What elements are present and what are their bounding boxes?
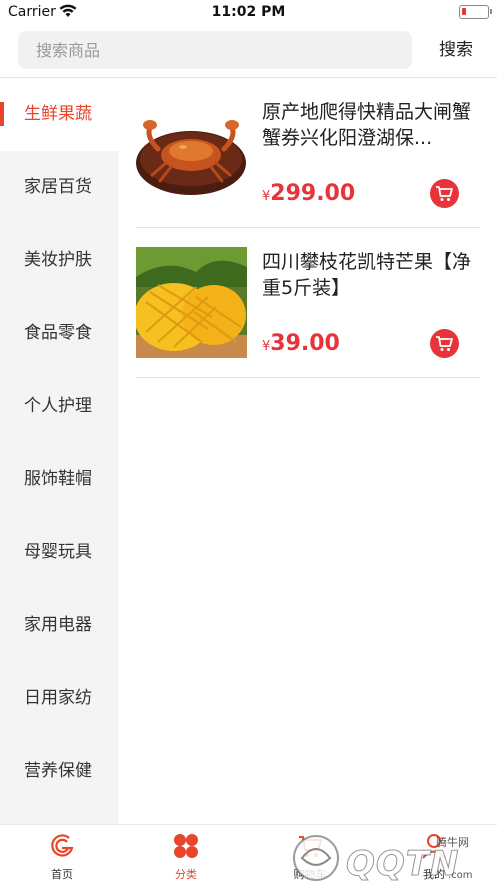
clock-time: 11:02 PM	[211, 4, 286, 20]
tab-label: 购物车	[293, 868, 327, 881]
sidebar-item-beauty[interactable]: 美妆护肤	[0, 224, 119, 297]
category-grid-icon	[174, 834, 198, 858]
sidebar-item-label: 母婴玩具	[24, 542, 92, 562]
sidebar-item-home-goods[interactable]: 家居百货	[0, 151, 119, 224]
tab-label: 分类	[175, 868, 197, 881]
product-price: ¥299.00	[262, 181, 355, 206]
tab-home[interactable]: 首页	[0, 825, 124, 883]
price-value: 299.00	[270, 181, 356, 206]
status-bar: Carrier 11:02 PM	[0, 0, 497, 26]
sidebar-item-label: 家用电器	[24, 615, 92, 635]
sidebar-item-personal-care[interactable]: 个人护理	[0, 370, 119, 443]
sidebar-item-label: 服饰鞋帽	[24, 469, 92, 489]
sidebar-item-label: 个人护理	[24, 396, 92, 416]
sidebar-item-label: 美妆护肤	[24, 250, 92, 270]
search-box[interactable]	[18, 31, 412, 69]
sidebar-item-appliances[interactable]: 家用电器	[0, 589, 119, 662]
home-logo-icon	[51, 834, 74, 857]
category-sidebar: 生鲜果蔬 家居百货 美妆护肤 食品零食 个人护理 服饰鞋帽 母婴玩具 家用电器 …	[0, 78, 119, 824]
search-input[interactable]	[18, 31, 412, 69]
search-button[interactable]: 搜索	[424, 31, 488, 69]
tab-category[interactable]: 分类	[124, 825, 248, 883]
cart-icon	[299, 836, 322, 857]
sidebar-item-label: 营养保健	[24, 761, 92, 781]
product-card[interactable]: 原产地爬得快精品大闸蟹蟹券兴化阳澄湖保... ¥299.00	[136, 78, 480, 228]
sidebar-item-textiles[interactable]: 日用家纺	[0, 662, 119, 735]
tab-profile[interactable]: 我的	[372, 825, 496, 883]
sidebar-item-health[interactable]: 营养保健	[0, 735, 119, 808]
battery-level	[462, 8, 466, 15]
sidebar-item-label: 食品零食	[24, 323, 92, 343]
bottom-tab-bar: 首页 分类 购物车 我的	[0, 824, 497, 883]
product-price: ¥39.00	[262, 331, 340, 356]
battery-icon	[459, 5, 492, 19]
active-indicator	[0, 102, 4, 126]
sidebar-item-fresh-produce[interactable]: 生鲜果蔬	[0, 78, 119, 151]
add-to-cart-button[interactable]	[430, 329, 459, 358]
sidebar-item-baby-toys[interactable]: 母婴玩具	[0, 516, 119, 589]
sidebar-item-snacks[interactable]: 食品零食	[0, 297, 119, 370]
sidebar-item-apparel[interactable]: 服饰鞋帽	[0, 443, 119, 516]
tab-label: 首页	[51, 868, 73, 881]
mango-image[interactable]	[136, 247, 247, 358]
product-title[interactable]: 原产地爬得快精品大闸蟹蟹券兴化阳澄湖保...	[262, 99, 476, 151]
add-to-cart-button[interactable]	[430, 179, 459, 208]
sidebar-item-label: 家居百货	[24, 177, 92, 197]
cart-icon	[436, 336, 453, 351]
sidebar-item-label: 生鲜果蔬	[24, 104, 92, 124]
tab-cart[interactable]: 购物车	[248, 825, 372, 883]
profile-icon	[422, 834, 446, 859]
tab-label: 我的	[423, 868, 445, 881]
price-value: 39.00	[270, 331, 340, 356]
cart-icon	[436, 186, 453, 201]
sidebar-item-label: 日用家纺	[24, 688, 92, 708]
product-title[interactable]: 四川攀枝花凯特芒果【净重5斤装】	[262, 249, 476, 301]
product-card[interactable]: 四川攀枝花凯特芒果【净重5斤装】 ¥39.00	[136, 228, 480, 378]
hairy-crab-image[interactable]	[136, 97, 247, 208]
